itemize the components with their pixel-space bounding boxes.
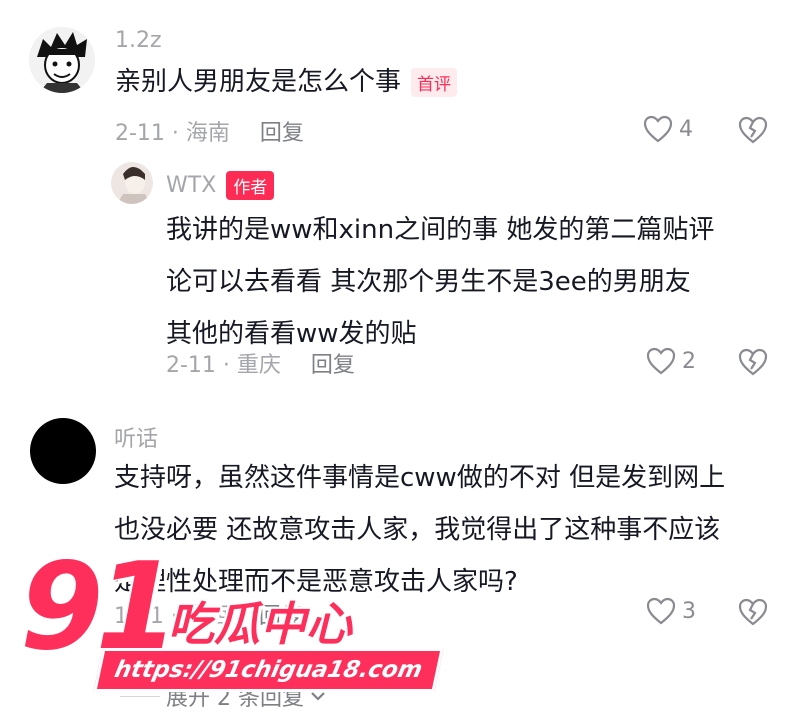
- comment-text: 亲别人男朋友是怎么个事: [115, 67, 402, 97]
- reply-text: 我讲的是ww和xinn之间的事 她发的第二篇贴评 论可以去看看 其次那个男生不是…: [166, 204, 714, 360]
- avatar-commenter-1[interactable]: [29, 27, 95, 93]
- watermark-title: 吃瓜中心: [168, 597, 352, 651]
- like-button[interactable]: 3: [646, 597, 696, 625]
- divider: [120, 695, 160, 697]
- heart-outline-icon: [643, 115, 673, 143]
- author-badge: 作者: [226, 171, 275, 200]
- reply-date-location: 2-11 · 重庆: [166, 353, 281, 378]
- like-button[interactable]: 2: [646, 347, 696, 375]
- watermark-url: https://91chigua18.com: [93, 648, 444, 692]
- reply-button[interactable]: 回复: [260, 115, 304, 147]
- like-button[interactable]: 4: [643, 115, 693, 143]
- heart-outline-icon: [646, 597, 676, 625]
- like-count: 3: [682, 598, 696, 624]
- dislike-button[interactable]: [738, 116, 768, 144]
- avatar-author[interactable]: [111, 162, 153, 204]
- comment-meta: 2-11 · 海南 回复: [115, 115, 304, 147]
- broken-heart-icon: [738, 116, 768, 144]
- reply-text-line: 论可以去看看 其次那个男生不是3ee的男朋友: [166, 267, 691, 297]
- first-comment-badge: 首评: [411, 67, 458, 97]
- broken-heart-icon: [738, 598, 768, 626]
- commenter-username[interactable]: 听话: [114, 421, 158, 453]
- avatar-commenter-2[interactable]: [30, 418, 96, 484]
- like-count: 4: [679, 116, 693, 142]
- reply-meta: 2-11 · 重庆 回复: [166, 347, 355, 379]
- reply-button[interactable]: 回复: [311, 347, 355, 379]
- comment-text-line: 也没必要 还故意攻击人家，我觉得出了这种事不应该: [114, 515, 721, 545]
- like-count: 2: [682, 348, 696, 374]
- dislike-button[interactable]: [738, 348, 768, 376]
- comment-date-location: 2-11 · 海南: [115, 121, 230, 146]
- commenter-username[interactable]: 1.2z: [115, 28, 162, 53]
- heart-outline-icon: [646, 347, 676, 375]
- author-username[interactable]: WTX: [166, 173, 216, 198]
- reply-text-line: 我讲的是ww和xinn之间的事 她发的第二篇贴评: [166, 215, 715, 245]
- dislike-button[interactable]: [738, 598, 768, 626]
- comment-text: 支持呀，虽然这件事情是cww做的不对 但是发到网上 也没必要 还故意攻击人家，我…: [114, 452, 725, 608]
- comment-text-line: 支持呀，虽然这件事情是cww做的不对 但是发到网上: [114, 463, 726, 493]
- broken-heart-icon: [738, 348, 768, 376]
